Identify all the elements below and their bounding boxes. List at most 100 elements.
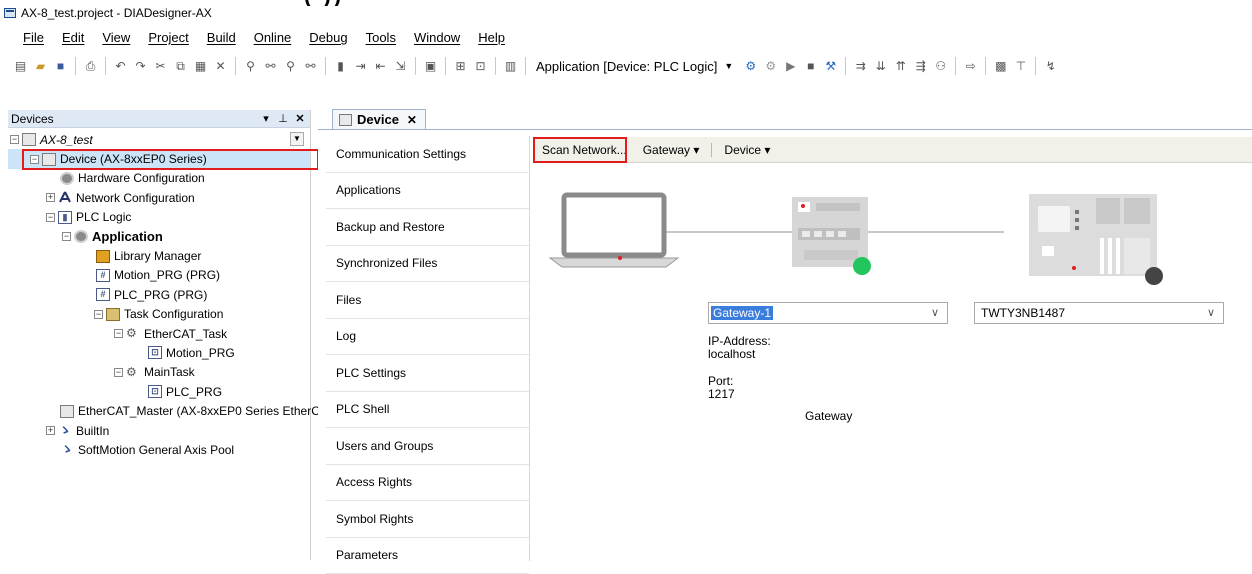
nav-communication-settings[interactable]: Communication Settings: [326, 136, 529, 173]
network-icon[interactable]: ⊤: [1012, 58, 1029, 75]
tree-item-motion-prg[interactable]: # Motion_PRG (PRG): [8, 266, 310, 285]
nav-symbol-rights[interactable]: Symbol Rights: [326, 501, 529, 538]
bookmark-prev-icon[interactable]: ⇤: [372, 58, 389, 75]
device-scan-icon[interactable]: ▩: [992, 58, 1009, 75]
expand-icon[interactable]: +: [46, 426, 55, 435]
nav-log[interactable]: Log: [326, 319, 529, 356]
chevron-down-icon[interactable]: ∨: [931, 306, 939, 319]
menu-window[interactable]: Window: [405, 30, 469, 48]
run-to-cursor-icon[interactable]: ⇶: [912, 58, 929, 75]
device-select[interactable]: TWTY3NB1487 ∨: [974, 302, 1224, 324]
new-project-icon[interactable]: ▤: [12, 58, 29, 75]
collapse-icon[interactable]: −: [114, 368, 123, 377]
delete-icon[interactable]: ✕: [212, 58, 229, 75]
tool-icon[interactable]: ↯: [1042, 58, 1059, 75]
copy-icon[interactable]: ⧉: [172, 58, 189, 75]
tree-item-motion-prg-call[interactable]: ⊡ Motion_PRG: [8, 343, 310, 362]
pin-icon[interactable]: ⊥: [276, 112, 290, 125]
run-icon[interactable]: ▶: [782, 58, 799, 75]
nav-plc-settings[interactable]: PLC Settings: [326, 355, 529, 392]
menu-debug[interactable]: Debug: [300, 30, 356, 48]
menu-file[interactable]: File: [14, 30, 53, 48]
redo-icon[interactable]: ↷: [132, 58, 149, 75]
find-previous-icon[interactable]: ⚯: [302, 58, 319, 75]
calendar-icon[interactable]: ▥: [502, 58, 519, 75]
tree-item-axis-pool[interactable]: ゝ SoftMotion General Axis Pool: [8, 440, 310, 459]
collapse-icon[interactable]: −: [30, 155, 39, 164]
menu-edit[interactable]: Edit: [53, 30, 93, 48]
expand-icon[interactable]: +: [46, 193, 55, 202]
nav-users-and-groups[interactable]: Users and Groups: [326, 428, 529, 465]
tree-item-plc-prg-call[interactable]: ⊡ PLC_PRG: [8, 382, 310, 401]
tree-item-ethercat-master[interactable]: EtherCAT_Master (AX-8xxEP0 Series EtherC…: [8, 401, 310, 420]
close-icon[interactable]: ✕: [407, 113, 417, 127]
replace-icon[interactable]: ⚯: [262, 58, 279, 75]
nav-synchronized-files[interactable]: Synchronized Files: [326, 246, 529, 283]
chevron-down-icon[interactable]: ▼: [724, 61, 733, 71]
cut-icon[interactable]: ✂: [152, 58, 169, 75]
collapse-icon[interactable]: −: [62, 232, 71, 241]
step-out-icon[interactable]: ⇈: [892, 58, 909, 75]
nav-parameters[interactable]: Parameters: [326, 538, 529, 574]
nav-access-rights[interactable]: Access Rights: [326, 465, 529, 502]
tree-item-project[interactable]: − AX-8_test ▼: [8, 130, 310, 149]
nav-backup-and-restore[interactable]: Backup and Restore: [326, 209, 529, 246]
step-over-icon[interactable]: ⇉: [852, 58, 869, 75]
print-icon[interactable]: ⎙: [82, 58, 99, 75]
chevron-down-icon[interactable]: ∨: [1207, 306, 1215, 319]
device-menu-button[interactable]: Device ▾: [720, 140, 774, 160]
find-icon[interactable]: ⚲: [242, 58, 259, 75]
write-values-icon[interactable]: ⇨: [962, 58, 979, 75]
reset-icon[interactable]: ⚒: [822, 58, 839, 75]
menu-online[interactable]: Online: [245, 30, 301, 48]
application-selector[interactable]: Application [Device: PLC Logic]: [536, 59, 717, 74]
tree-item-builtin[interactable]: + ゝ BuiltIn: [8, 421, 310, 440]
gateway-select[interactable]: Gateway-1 ∨: [708, 302, 948, 324]
tree-item-plc-logic[interactable]: − ▮ PLC Logic: [8, 208, 310, 227]
logout-icon[interactable]: ⚙: [762, 58, 779, 75]
tree-item-hardware-configuration[interactable]: Hardware Configuration: [8, 169, 310, 188]
add-object-icon[interactable]: ⊞: [452, 58, 469, 75]
panel-menu-icon[interactable]: ▾: [259, 112, 273, 125]
add-folder-icon[interactable]: ⊡: [472, 58, 489, 75]
undo-icon[interactable]: ↶: [112, 58, 129, 75]
paste-icon[interactable]: ▦: [192, 58, 209, 75]
bookmark-clear-icon[interactable]: ⇲: [392, 58, 409, 75]
save-icon[interactable]: ■: [52, 58, 69, 75]
nav-applications[interactable]: Applications: [326, 173, 529, 210]
menu-view[interactable]: View: [93, 30, 139, 48]
close-icon[interactable]: ✕: [293, 112, 307, 125]
tree-item-library-manager[interactable]: Library Manager: [8, 246, 310, 265]
menu-build[interactable]: Build: [198, 30, 245, 48]
menu-project[interactable]: Project: [139, 30, 197, 48]
breakpoint-icon[interactable]: ⚇: [932, 58, 949, 75]
find-next-icon[interactable]: ⚲: [282, 58, 299, 75]
tree-item-label: AX-8_test: [40, 133, 93, 147]
tree-item-ethercat-task[interactable]: − ⚙ EtherCAT_Task: [8, 324, 310, 343]
collapse-icon[interactable]: −: [46, 213, 55, 222]
build-icon[interactable]: ▣: [422, 58, 439, 75]
scan-network-button[interactable]: Scan Network...: [538, 140, 631, 160]
tree-item-task-configuration[interactable]: − Task Configuration: [8, 305, 310, 324]
nav-plc-shell[interactable]: PLC Shell: [326, 392, 529, 429]
tree-item-device[interactable]: − Device (AX-8xxEP0 Series): [8, 149, 310, 168]
open-folder-icon[interactable]: ▰: [32, 58, 49, 75]
collapse-icon[interactable]: −: [114, 329, 123, 338]
tree-item-plc-prg[interactable]: # PLC_PRG (PRG): [8, 285, 310, 304]
tree-item-application[interactable]: − Application: [8, 227, 310, 246]
tree-item-maintask[interactable]: − ⚙ MainTask: [8, 363, 310, 382]
tab-device[interactable]: Device ✕: [332, 109, 426, 129]
menu-help[interactable]: Help: [469, 30, 514, 48]
chevron-down-icon[interactable]: ▼: [290, 132, 304, 146]
collapse-icon[interactable]: −: [94, 310, 103, 319]
login-icon[interactable]: ⚙: [742, 58, 759, 75]
bookmark-icon[interactable]: ▮: [332, 58, 349, 75]
step-into-icon[interactable]: ⇊: [872, 58, 889, 75]
stop-icon[interactable]: ■: [802, 58, 819, 75]
tree-item-network-configuration[interactable]: + Network Configuration: [8, 188, 310, 207]
nav-files[interactable]: Files: [326, 282, 529, 319]
bookmark-next-icon[interactable]: ⇥: [352, 58, 369, 75]
menu-tools[interactable]: Tools: [357, 30, 405, 48]
collapse-icon[interactable]: −: [10, 135, 19, 144]
gateway-menu-button[interactable]: Gateway ▾: [639, 140, 704, 160]
